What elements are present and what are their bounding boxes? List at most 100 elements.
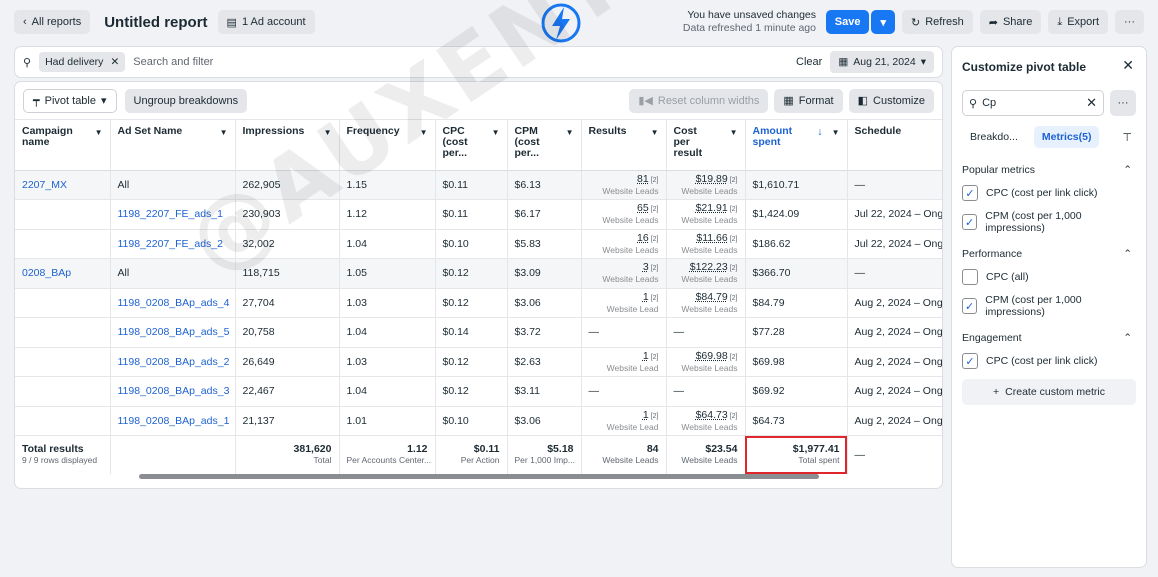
cell-campaign[interactable] [15, 229, 111, 259]
results-value[interactable]: 1 [643, 350, 649, 362]
metric-option[interactable]: CPC (all) [962, 269, 1136, 285]
table-row[interactable]: 1198_2207_FE_ads_1 230,903 1.12 $0.11 $6.17 6… [15, 199, 942, 230]
caret-down-icon[interactable]: ▼ [95, 127, 103, 138]
table-row[interactable]: 2207_MX All 262,905 1.15 $0.11 $6.13 81 [2] Webs… [15, 170, 942, 200]
metric-search-input[interactable]: ⚲ Cp ✕ [962, 90, 1104, 116]
metric-option[interactable]: ✓ CPM (cost per 1,000 impressions) [962, 210, 1136, 234]
date-picker-button[interactable]: ▦ Aug 21, 2024 ▾ [830, 51, 934, 73]
clear-button[interactable]: Clear [796, 56, 822, 68]
cpr-value[interactable]: $19.89 [696, 173, 728, 185]
chevron-up-icon[interactable]: ⌃ [1123, 248, 1132, 260]
results-value[interactable]: 16 [637, 232, 649, 244]
col-results[interactable]: Results ▼ [581, 120, 667, 171]
ad-account-button[interactable]: ▤ 1 Ad account [217, 10, 315, 34]
table-row[interactable]: 1198_0208_BAp_ads_3 22,467 1.04 $0.12 $3.11—… [15, 376, 942, 407]
cell-campaign[interactable] [15, 317, 111, 348]
metric-option[interactable]: ✓ CPM (cost per 1,000 impressions) [962, 294, 1136, 318]
close-icon[interactable]: ✕ [110, 56, 119, 68]
sort-desc-icon[interactable]: ↓ [817, 127, 822, 138]
cell-adset[interactable]: All [110, 170, 236, 200]
cell-adset[interactable]: 1198_2207_FE_ads_1 [110, 199, 236, 230]
all-reports-button[interactable]: ‹ All reports [14, 10, 91, 34]
tab-breakdowns[interactable]: Breakdo... [962, 126, 1026, 148]
cell-adset[interactable]: All [110, 258, 236, 289]
metric-option[interactable]: ✓ CPC (cost per link click) [962, 185, 1136, 201]
more-options-button[interactable]: ··· [1115, 10, 1144, 34]
create-custom-metric-button[interactable]: + Create custom metric [962, 379, 1136, 405]
caret-down-icon[interactable]: ▼ [566, 127, 574, 138]
save-button[interactable]: Save [825, 10, 870, 34]
section-header[interactable]: Popular metrics ⌃ [962, 164, 1136, 176]
table-row[interactable]: 1198_2207_FE_ads_2 32,002 1.04 $0.10 $5.83 16… [15, 229, 942, 259]
format-button[interactable]: ▦ Format [774, 88, 843, 113]
table-row[interactable]: 1198_0208_BAp_ads_1 21,137 1.01 $0.10 $3.06 1… [15, 406, 942, 436]
pivot-table-button[interactable]: ┯ Pivot table ▾ [23, 88, 117, 113]
cell-campaign[interactable]: 0208_BAp [15, 258, 111, 289]
col-frequency[interactable]: Frequency ▼ [339, 120, 436, 171]
sort-icon[interactable]: ⊤ [1122, 131, 1136, 144]
results-value[interactable]: 3 [643, 261, 649, 273]
results-value[interactable]: 81 [637, 173, 649, 185]
col-ad-set-name[interactable]: Ad Set Name ▼ [110, 120, 236, 171]
col-cost-per-result[interactable]: Cost per result ▼ [666, 120, 746, 171]
customize-button[interactable]: ◧ Customize [848, 88, 934, 113]
caret-down-icon[interactable]: ▼ [492, 127, 500, 138]
cpr-value[interactable]: $122.23 [690, 261, 728, 273]
section-header[interactable]: Engagement ⌃ [962, 332, 1136, 344]
caret-down-icon[interactable]: ▼ [324, 127, 332, 138]
reset-column-widths-button[interactable]: ▮◀ Reset column widths [629, 88, 769, 113]
cpr-value[interactable]: $21.91 [696, 202, 728, 214]
results-value[interactable]: 65 [637, 202, 649, 214]
clear-search-icon[interactable]: ✕ [1086, 95, 1097, 111]
cell-adset[interactable]: 1198_0208_BAp_ads_2 [110, 347, 236, 377]
report-title[interactable]: Untitled report [104, 14, 207, 31]
metric-option[interactable]: ✓ CPC (cost per link click) [962, 353, 1136, 369]
filter-chip[interactable]: Had delivery ✕ [39, 52, 126, 72]
table-row[interactable]: 1198_0208_BAp_ads_5 20,758 1.04 $0.14 $3.72—… [15, 317, 942, 348]
table-row[interactable]: 0208_BAp All 118,715 1.05 $0.12 $3.09 3 [2] Webs… [15, 258, 942, 289]
results-value[interactable]: 1 [643, 291, 649, 303]
refresh-button[interactable]: ↻ Refresh [902, 10, 973, 34]
save-dropdown-button[interactable]: ▾ [871, 10, 895, 34]
col-cpm[interactable]: CPM (cost per... ▼ [507, 120, 582, 171]
section-header[interactable]: Performance ⌃ [962, 248, 1136, 260]
checkbox[interactable] [962, 269, 978, 285]
close-icon[interactable]: ✕ [1122, 57, 1134, 74]
cell-campaign[interactable] [15, 199, 111, 230]
horizontal-scrollbar[interactable] [139, 474, 819, 479]
share-button[interactable]: ➦ Share [979, 10, 1042, 34]
ungroup-breakdowns-button[interactable]: Ungroup breakdowns [124, 88, 248, 113]
chevron-up-icon[interactable]: ⌃ [1123, 332, 1132, 344]
cpr-value[interactable]: $84.79 [696, 291, 728, 303]
chevron-up-icon[interactable]: ⌃ [1123, 164, 1132, 176]
tab-metrics[interactable]: Metrics(5) [1033, 126, 1100, 148]
caret-down-icon[interactable]: ▼ [220, 127, 228, 138]
cpr-value[interactable]: $11.66 [696, 232, 727, 244]
caret-down-icon[interactable]: ▼ [832, 127, 840, 138]
checkbox[interactable]: ✓ [962, 298, 978, 314]
cell-adset[interactable]: 1198_0208_BAp_ads_3 [110, 376, 236, 407]
checkbox[interactable]: ✓ [962, 185, 978, 201]
caret-down-icon[interactable]: ▼ [420, 127, 428, 138]
checkbox[interactable]: ✓ [962, 353, 978, 369]
cell-campaign[interactable]: 2207_MX [15, 170, 111, 200]
col-campaign-name[interactable]: Campaign name ▼ [15, 120, 111, 171]
cell-adset[interactable]: 1198_0208_BAp_ads_1 [110, 406, 236, 436]
cell-adset[interactable]: 1198_0208_BAp_ads_5 [110, 317, 236, 348]
col-cpc[interactable]: CPC (cost per... ▼ [435, 120, 508, 171]
col-amount-spent[interactable]: Amount spent ↓ ▼ [745, 120, 848, 171]
cpr-value[interactable]: $64.73 [696, 409, 728, 421]
cell-campaign[interactable] [15, 288, 111, 318]
panel-more-button[interactable]: ··· [1110, 90, 1136, 116]
cpr-value[interactable]: $69.98 [696, 350, 728, 362]
cell-adset[interactable]: 1198_2207_FE_ads_2 [110, 229, 236, 259]
export-button[interactable]: ⤓ Export [1048, 10, 1108, 34]
cell-adset[interactable]: 1198_0208_BAp_ads_4 [110, 288, 236, 318]
caret-down-icon[interactable]: ▼ [730, 127, 738, 138]
results-value[interactable]: 1 [643, 409, 649, 421]
col-schedule[interactable]: Schedule [847, 120, 942, 171]
cell-campaign[interactable] [15, 376, 111, 407]
search-filter-input[interactable]: Search and filter [133, 56, 213, 68]
cell-campaign[interactable] [15, 347, 111, 377]
caret-down-icon[interactable]: ▼ [651, 127, 659, 138]
